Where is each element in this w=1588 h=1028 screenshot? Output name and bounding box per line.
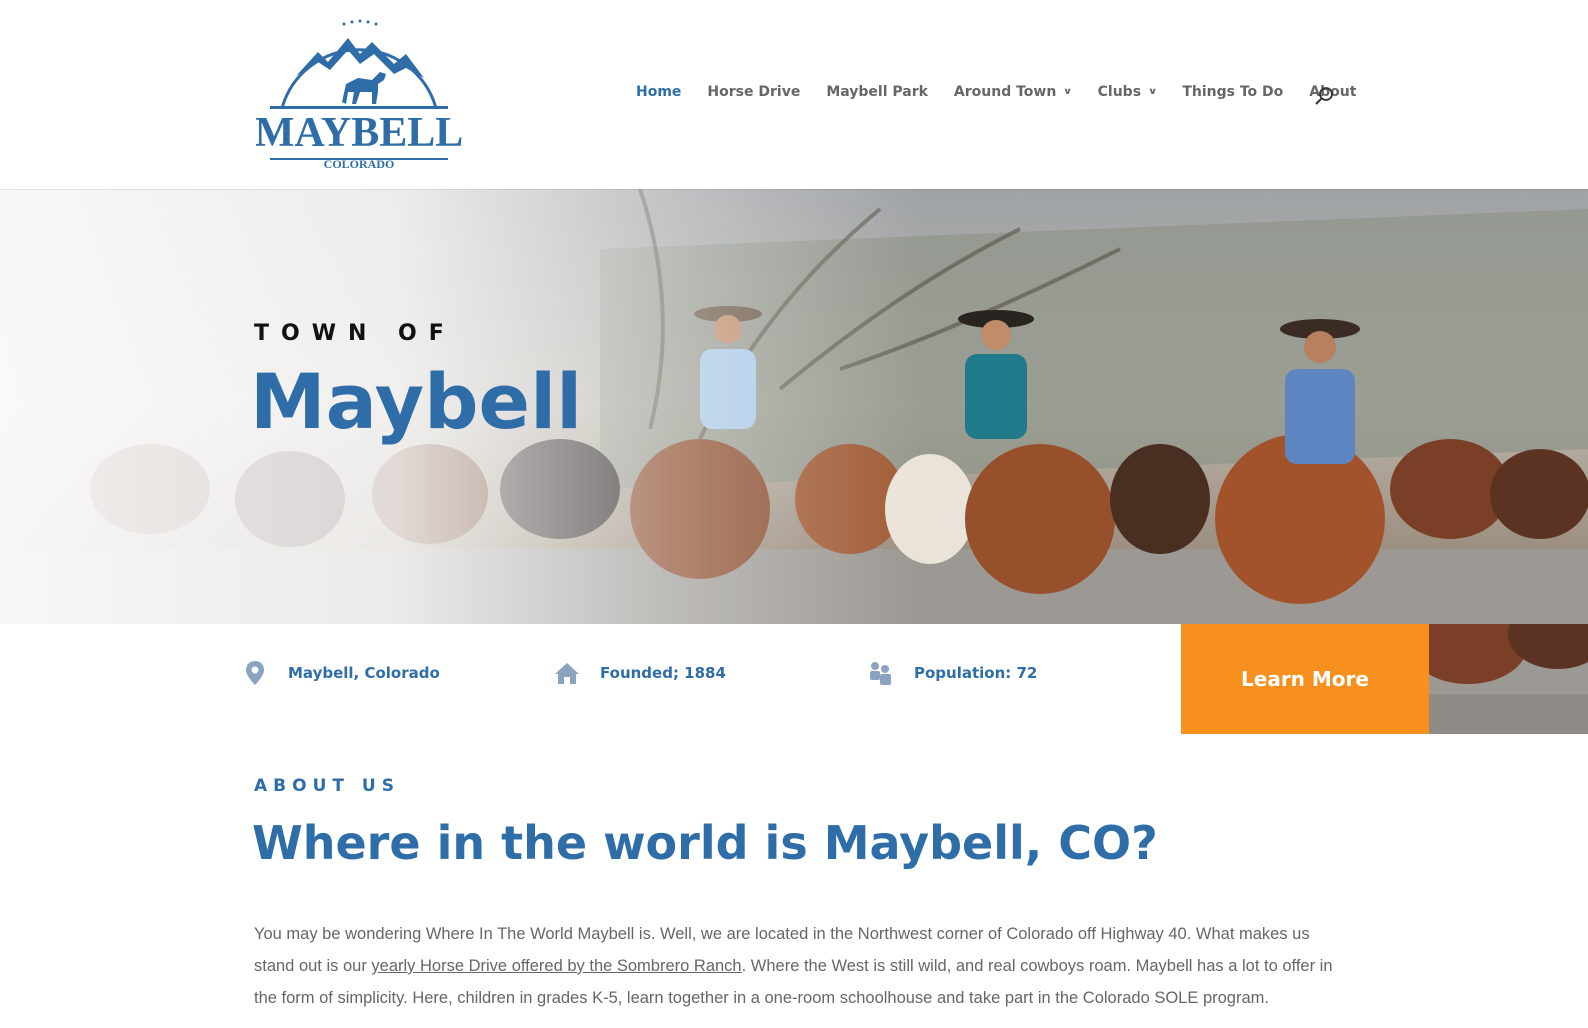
hero-kicker: TOWN OF bbox=[254, 321, 456, 346]
search-icon[interactable] bbox=[1314, 86, 1336, 108]
info-strip: Maybell, Colorado Founded; 1884 Populati… bbox=[0, 624, 1588, 734]
chevron-down-icon: ∨ bbox=[1063, 87, 1073, 97]
about-kicker: ABOUT US bbox=[254, 776, 400, 796]
about-body: You may be wondering Where In The World … bbox=[254, 918, 1344, 1014]
hero-banner: TOWN OF Maybell bbox=[0, 189, 1588, 624]
house-icon bbox=[555, 663, 579, 684]
hero-title: Maybell bbox=[250, 357, 583, 446]
info-location: Maybell, Colorado bbox=[242, 660, 440, 686]
nav-label: Things To Do bbox=[1182, 84, 1284, 100]
learn-more-button[interactable]: Learn More bbox=[1181, 624, 1429, 734]
nav-item-clubs[interactable]: Clubs ∨ bbox=[1097, 84, 1158, 100]
logo-main-text: MAYBELL bbox=[256, 110, 462, 156]
nav-item-home[interactable]: Home bbox=[636, 84, 681, 100]
info-population: Population: 72 bbox=[868, 660, 1037, 686]
nav-item-maybell-park[interactable]: Maybell Park bbox=[826, 84, 928, 100]
nav-label: Maybell Park bbox=[826, 84, 928, 100]
logo-sub-text: COLORADO bbox=[324, 157, 395, 171]
location-text: Maybell, Colorado bbox=[288, 664, 440, 682]
hero-image-continuation bbox=[1428, 624, 1588, 734]
info-founded: Founded; 1884 bbox=[554, 660, 726, 686]
hero-white-fade bbox=[0, 189, 1588, 624]
founded-text: Founded; 1884 bbox=[600, 664, 726, 682]
nav-label: Clubs bbox=[1097, 84, 1142, 100]
nav-label: Home bbox=[636, 84, 682, 100]
site-header: MAYBELL COLORADO Home Horse Drive Maybel… bbox=[0, 0, 1588, 189]
maybell-logo-graphic: MAYBELL COLORADO bbox=[255, 19, 463, 171]
nav-item-things-to-do[interactable]: Things To Do bbox=[1182, 84, 1283, 100]
nav-item-horse-drive[interactable]: Horse Drive bbox=[707, 84, 800, 100]
horse-drive-link[interactable]: yearly Horse Drive offered by the Sombre… bbox=[371, 957, 741, 975]
about-title: Where in the world is Maybell, CO? bbox=[252, 816, 1158, 870]
people-icon bbox=[870, 662, 891, 685]
population-text: Population: 72 bbox=[914, 664, 1038, 682]
main-nav: Home Horse Drive Maybell Park Around Tow… bbox=[636, 84, 1382, 100]
chevron-down-icon: ∨ bbox=[1147, 87, 1158, 97]
site-logo[interactable]: MAYBELL COLORADO bbox=[255, 18, 463, 173]
nav-label: Horse Drive bbox=[707, 84, 801, 100]
map-pin-icon bbox=[246, 661, 264, 685]
nav-item-around-town[interactable]: Around Town ∨ bbox=[953, 84, 1073, 100]
nav-label: Around Town bbox=[953, 84, 1057, 100]
